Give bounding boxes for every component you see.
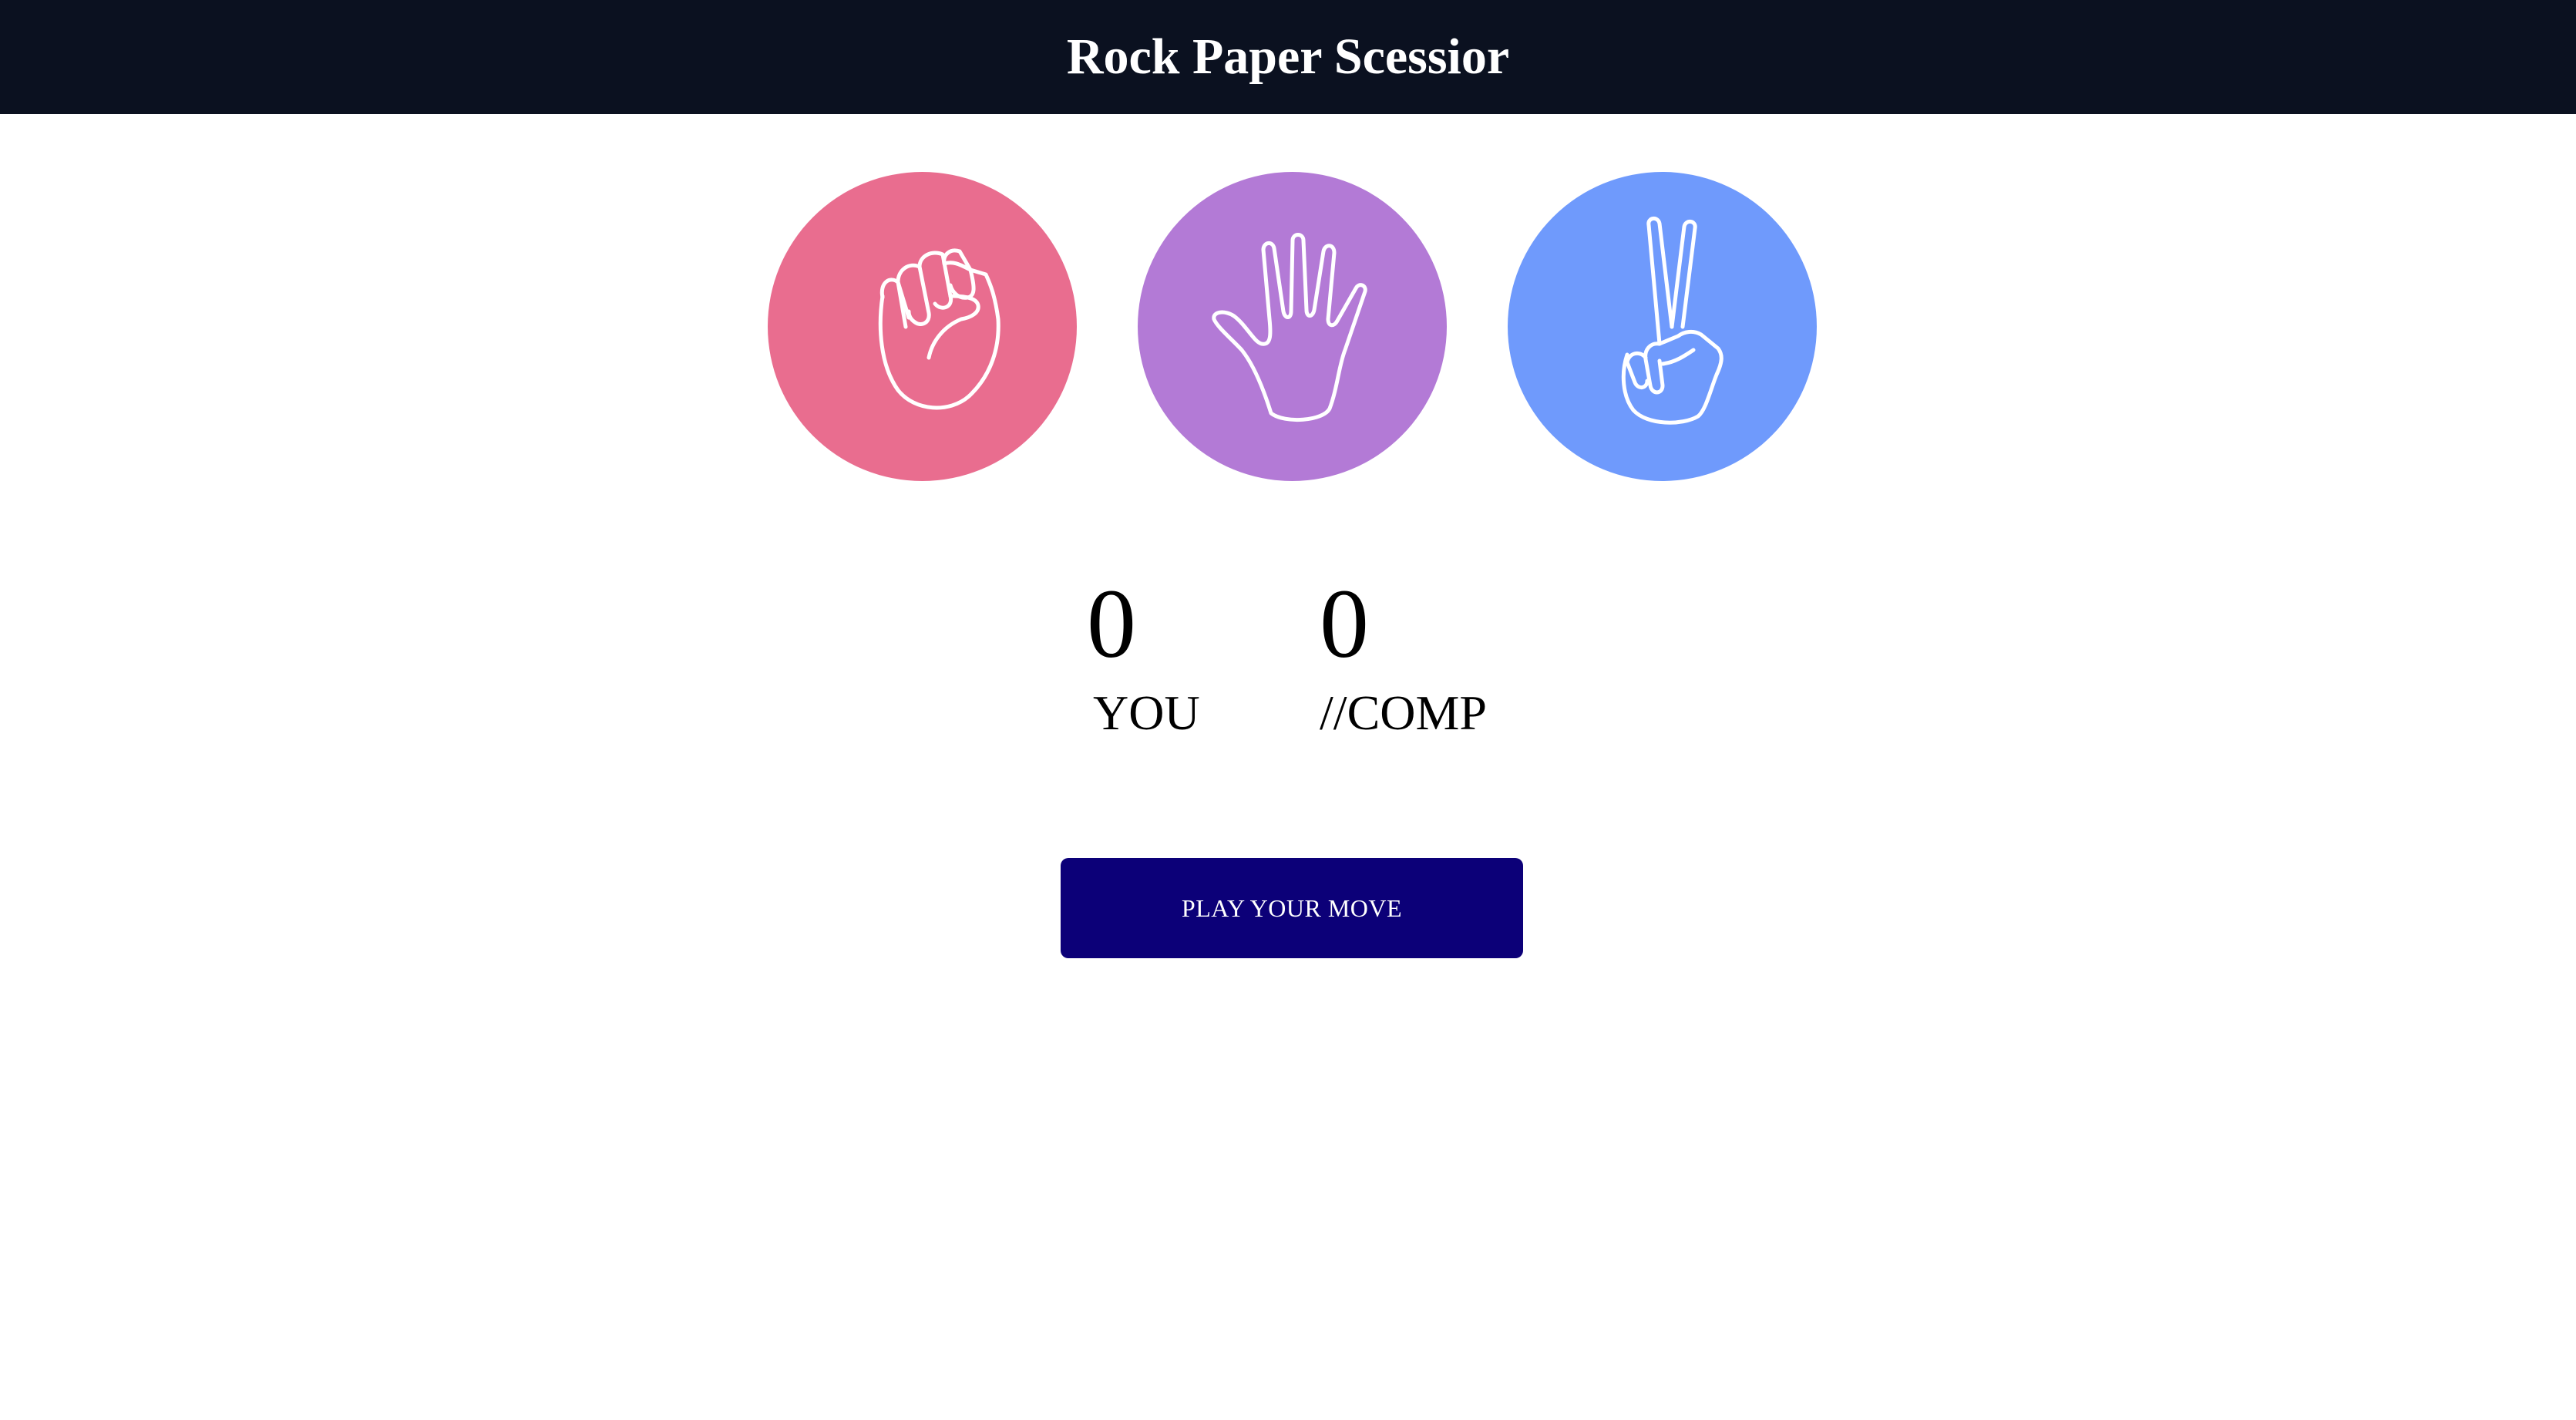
peace-hand-icon xyxy=(1621,216,1723,425)
open-hand-icon xyxy=(1211,232,1367,422)
app-header: Rock Paper Scessior xyxy=(0,0,2576,114)
play-your-move-button[interactable]: PLAY YOUR MOVE xyxy=(1061,858,1523,958)
page-title: Rock Paper Scessior xyxy=(1066,29,1510,85)
computer-score-label: //COMP xyxy=(1320,685,1487,740)
scissors-choice-button[interactable] xyxy=(1508,172,1817,481)
computer-score-value: 0 xyxy=(1320,569,1369,678)
fist-icon xyxy=(878,248,1000,409)
player-score-value: 0 xyxy=(1087,569,1136,678)
player-score-label: YOU xyxy=(1093,685,1200,740)
computer-score: 0 //COMP xyxy=(1320,574,1487,738)
paper-choice-button[interactable] xyxy=(1138,172,1447,481)
player-score: 0 YOU xyxy=(1087,574,1200,738)
rock-choice-button[interactable] xyxy=(768,172,1077,481)
